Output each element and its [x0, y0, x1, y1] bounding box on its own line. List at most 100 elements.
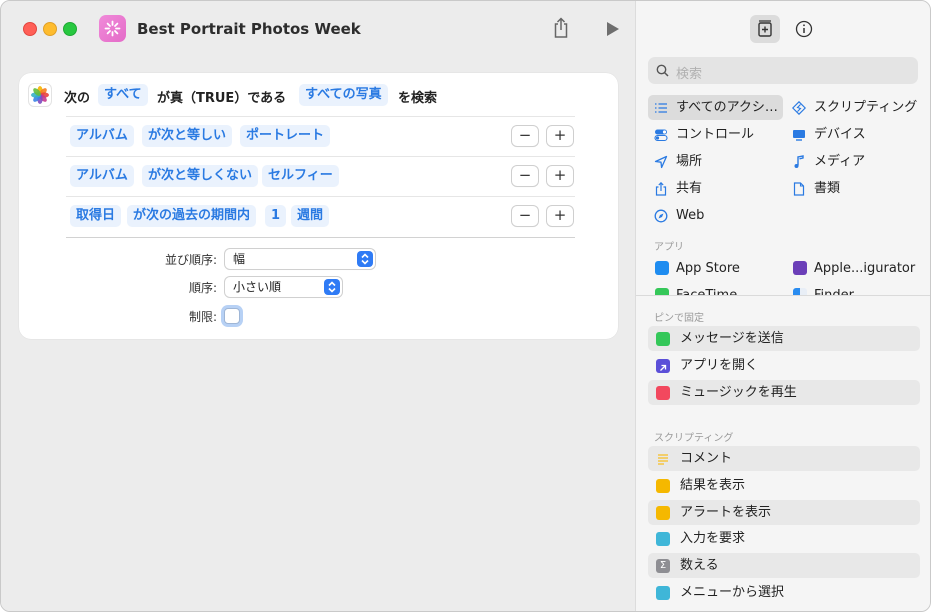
sort-by-label: 並び順序: [164, 253, 217, 267]
comment-lines-icon [658, 454, 668, 465]
scripting-section-header: スクリプティング [654, 433, 734, 444]
close-button[interactable] [23, 22, 37, 36]
menu-icon [656, 586, 670, 600]
finder-icon [793, 288, 807, 295]
condition-operator-pill[interactable]: が次と等しい [142, 125, 233, 147]
chevron-up-down-icon [357, 251, 373, 267]
search-input[interactable]: 検索 [648, 57, 918, 84]
divider [66, 237, 575, 238]
ask-input-icon [656, 532, 670, 546]
condition-field-pill[interactable]: アルバム [70, 125, 134, 147]
show-result-icon [656, 479, 670, 493]
minimize-button[interactable] [43, 22, 57, 36]
category-location[interactable]: 場所 [648, 149, 783, 174]
location-arrow-icon [654, 155, 668, 169]
facetime-icon [655, 288, 669, 295]
apps-section-header: アプリ [654, 242, 684, 253]
action-choose-from-menu[interactable]: メニューから選択 [648, 580, 920, 605]
category-scripting[interactable]: スクリプティング [786, 95, 926, 120]
zoom-button[interactable] [63, 22, 77, 36]
alert-icon [656, 506, 670, 520]
category-devices[interactable]: デバイス [786, 122, 926, 147]
limit-label: 制限: [188, 310, 217, 324]
photos-app-icon [29, 84, 51, 106]
condition-value-pill[interactable]: ポートレート [240, 125, 331, 147]
editor-pane: Best Portrait Photos Week 次の すべて が真（TRUE… [1, 1, 635, 611]
shortcuts-window: Best Portrait Photos Week 次の すべて が真（TRUE… [0, 0, 931, 612]
app-item[interactable]: Apple...igurator [786, 256, 926, 281]
pinned-section-header: ピンで固定 [654, 313, 704, 324]
action-open-app[interactable]: アプリを開く [648, 353, 920, 378]
action-send-message[interactable]: メッセージを送信 [648, 326, 920, 351]
sort-by-value: 幅 [233, 252, 246, 266]
share-icon[interactable] [551, 17, 571, 39]
condition-value-pill[interactable]: 1 [265, 205, 287, 227]
shortcut-title[interactable]: Best Portrait Photos Week [137, 20, 361, 38]
remove-condition-button[interactable]: − [512, 166, 538, 186]
order-label: 順序: [188, 281, 217, 295]
match-mode-pill[interactable]: すべて [98, 84, 148, 106]
sigma-icon: Σ [656, 559, 670, 573]
divider [636, 295, 930, 296]
filter-middle: が真（TRUE）である [157, 91, 287, 106]
condition-unit-pill[interactable]: 週間 [291, 205, 330, 227]
condition-operator-pill[interactable]: が次の過去の期間内 [127, 205, 257, 227]
action-comment[interactable]: コメント [648, 446, 920, 471]
remove-condition-button[interactable]: − [512, 206, 538, 226]
run-icon[interactable] [605, 20, 621, 38]
document-icon [793, 182, 805, 196]
app-item[interactable]: App Store [648, 256, 783, 281]
action-play-music[interactable]: ミュージックを再生 [648, 380, 920, 405]
divider [66, 196, 575, 197]
scripting-icon [792, 101, 806, 115]
library-tab-button[interactable] [750, 15, 780, 43]
order-popup[interactable]: 小さい順 [225, 277, 342, 297]
remove-condition-button[interactable]: − [512, 126, 538, 146]
library-add-icon [758, 20, 772, 37]
sort-by-popup[interactable]: 幅 [225, 249, 375, 269]
chevron-up-down-icon [324, 279, 340, 295]
apps-clipped-row: FaceTime Finder [636, 283, 930, 295]
find-photos-action: 次の すべて が真（TRUE）である すべての写真 を検索 アルバム が次と等し… [19, 73, 618, 339]
condition-value-pill[interactable]: セルフィー [262, 165, 339, 187]
order-value: 小さい順 [233, 280, 282, 294]
category-control[interactable]: コントロール [648, 122, 783, 147]
action-ask-input[interactable]: 入力を要求 [648, 526, 920, 551]
category-media[interactable]: メディア [786, 149, 926, 174]
configurator-icon [793, 261, 807, 275]
add-condition-button[interactable]: + [547, 166, 573, 186]
app-store-icon [655, 261, 669, 275]
music-icon [656, 386, 670, 400]
condition-operator-pill[interactable]: が次と等しくない [142, 165, 259, 187]
source-pill[interactable]: すべての写真 [299, 84, 388, 106]
shortcut-icon[interactable] [99, 15, 126, 42]
condition-field-pill[interactable]: 取得日 [70, 205, 122, 227]
share-icon [655, 182, 667, 196]
limit-checkbox[interactable] [224, 308, 240, 324]
messages-icon [656, 332, 670, 346]
category-documents[interactable]: 書類 [786, 176, 926, 201]
filter-suffix: を検索 [398, 91, 438, 106]
add-condition-button[interactable]: + [547, 126, 573, 146]
category-all-actions[interactable]: すべてのアクシ… [648, 95, 783, 120]
category-sharing[interactable]: 共有 [648, 176, 783, 201]
condition-field-pill[interactable]: アルバム [70, 165, 134, 187]
action-show-alert[interactable]: アラートを表示 [648, 500, 920, 525]
add-condition-button[interactable]: + [547, 206, 573, 226]
music-note-icon [794, 155, 804, 168]
action-count[interactable]: Σ 数える [648, 553, 920, 578]
category-web[interactable]: Web [648, 203, 783, 228]
list-icon [655, 103, 667, 113]
action-show-result[interactable]: 結果を表示 [648, 473, 920, 498]
divider [66, 116, 575, 117]
monitor-icon [793, 130, 805, 141]
toggle-icon [654, 129, 668, 142]
action-library-sidebar: 検索 すべてのアクシ… コントロール 場所 共有 Web スクリプティング デバ… [635, 1, 930, 611]
divider [66, 156, 575, 157]
app-item[interactable]: Finder [786, 283, 926, 295]
info-tab-button[interactable] [789, 15, 819, 43]
app-item[interactable]: FaceTime [648, 283, 783, 295]
search-icon [656, 64, 669, 77]
search-placeholder: 検索 [676, 67, 703, 82]
filter-prefix: 次の [64, 91, 91, 106]
